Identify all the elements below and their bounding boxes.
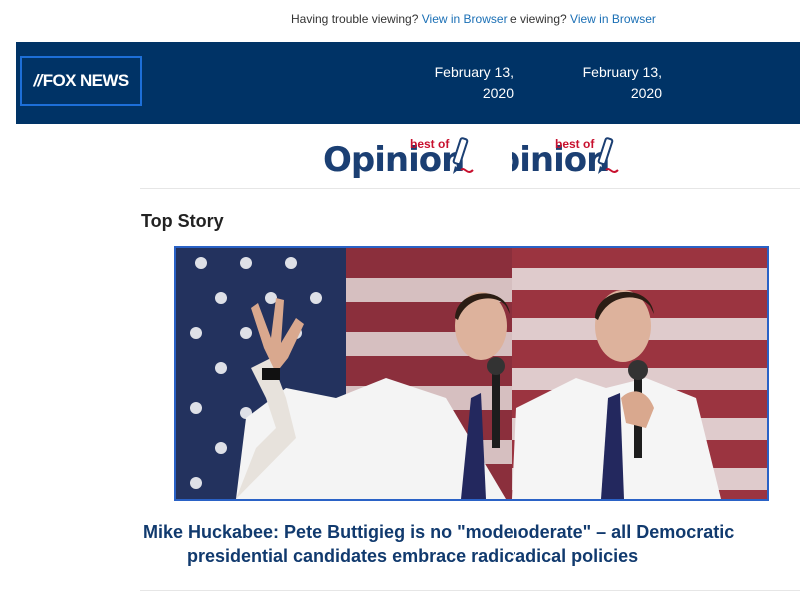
story-photo bbox=[176, 248, 767, 499]
best-of-opinion-logo: Opinion best of bbox=[323, 130, 479, 188]
fox-news-logo[interactable]: // FOX NEWS bbox=[20, 56, 142, 106]
brand-name: FOX NEWS bbox=[42, 71, 129, 90]
view-in-browser-link[interactable]: View in Browser bbox=[422, 12, 508, 26]
fox-slash-icon: // bbox=[33, 71, 42, 90]
pen-icon bbox=[597, 137, 619, 174]
top-story-headline[interactable]: Mike Huckabee: Pete Buttigieg is no "mod… bbox=[143, 520, 514, 570]
headline-line-2-duplicate: presidential candidates embrace radical … bbox=[514, 546, 639, 566]
headline-line-2: presidential candidates embrace radical … bbox=[187, 546, 514, 566]
opinion-logo-row: Opinion best of Opinion best of bbox=[0, 130, 800, 188]
pen-icon bbox=[452, 137, 474, 174]
header-bar: // FOX NEWS February 13, 2020 February 1… bbox=[16, 42, 800, 124]
divider-top bbox=[140, 188, 800, 189]
best-of-label: best of bbox=[410, 137, 450, 151]
preheader: Having trouble viewing? View in Browser … bbox=[0, 12, 800, 32]
headline-line-1-duplicate: Mike Huckabee: Pete Buttigieg is no "mod… bbox=[514, 522, 735, 542]
best-of-label-duplicate: best of bbox=[555, 137, 595, 151]
best-of-opinion-logo-duplicate: Opinion best of bbox=[512, 130, 622, 188]
header-date-duplicate: February 13, 2020 bbox=[582, 64, 662, 101]
top-story-headline-duplicate[interactable]: Mike Huckabee: Pete Buttigieg is no "mod… bbox=[514, 520, 800, 570]
top-story-image[interactable] bbox=[174, 246, 769, 501]
preheader-left: Having trouble viewing? View in Browser bbox=[291, 12, 508, 26]
preheader-right: e viewing? View in Browser bbox=[510, 12, 656, 26]
header-date: February 13, 2020 bbox=[434, 64, 514, 101]
section-title-top-story: Top Story bbox=[141, 211, 224, 231]
divider-bottom bbox=[140, 590, 800, 591]
view-in-browser-link-duplicate[interactable]: View in Browser bbox=[570, 12, 656, 26]
headline-line-1: Mike Huckabee: Pete Buttigieg is no "mod… bbox=[143, 522, 514, 542]
trouble-text-fragment: e viewing? bbox=[510, 12, 567, 26]
trouble-text: Having trouble viewing? bbox=[291, 12, 419, 26]
